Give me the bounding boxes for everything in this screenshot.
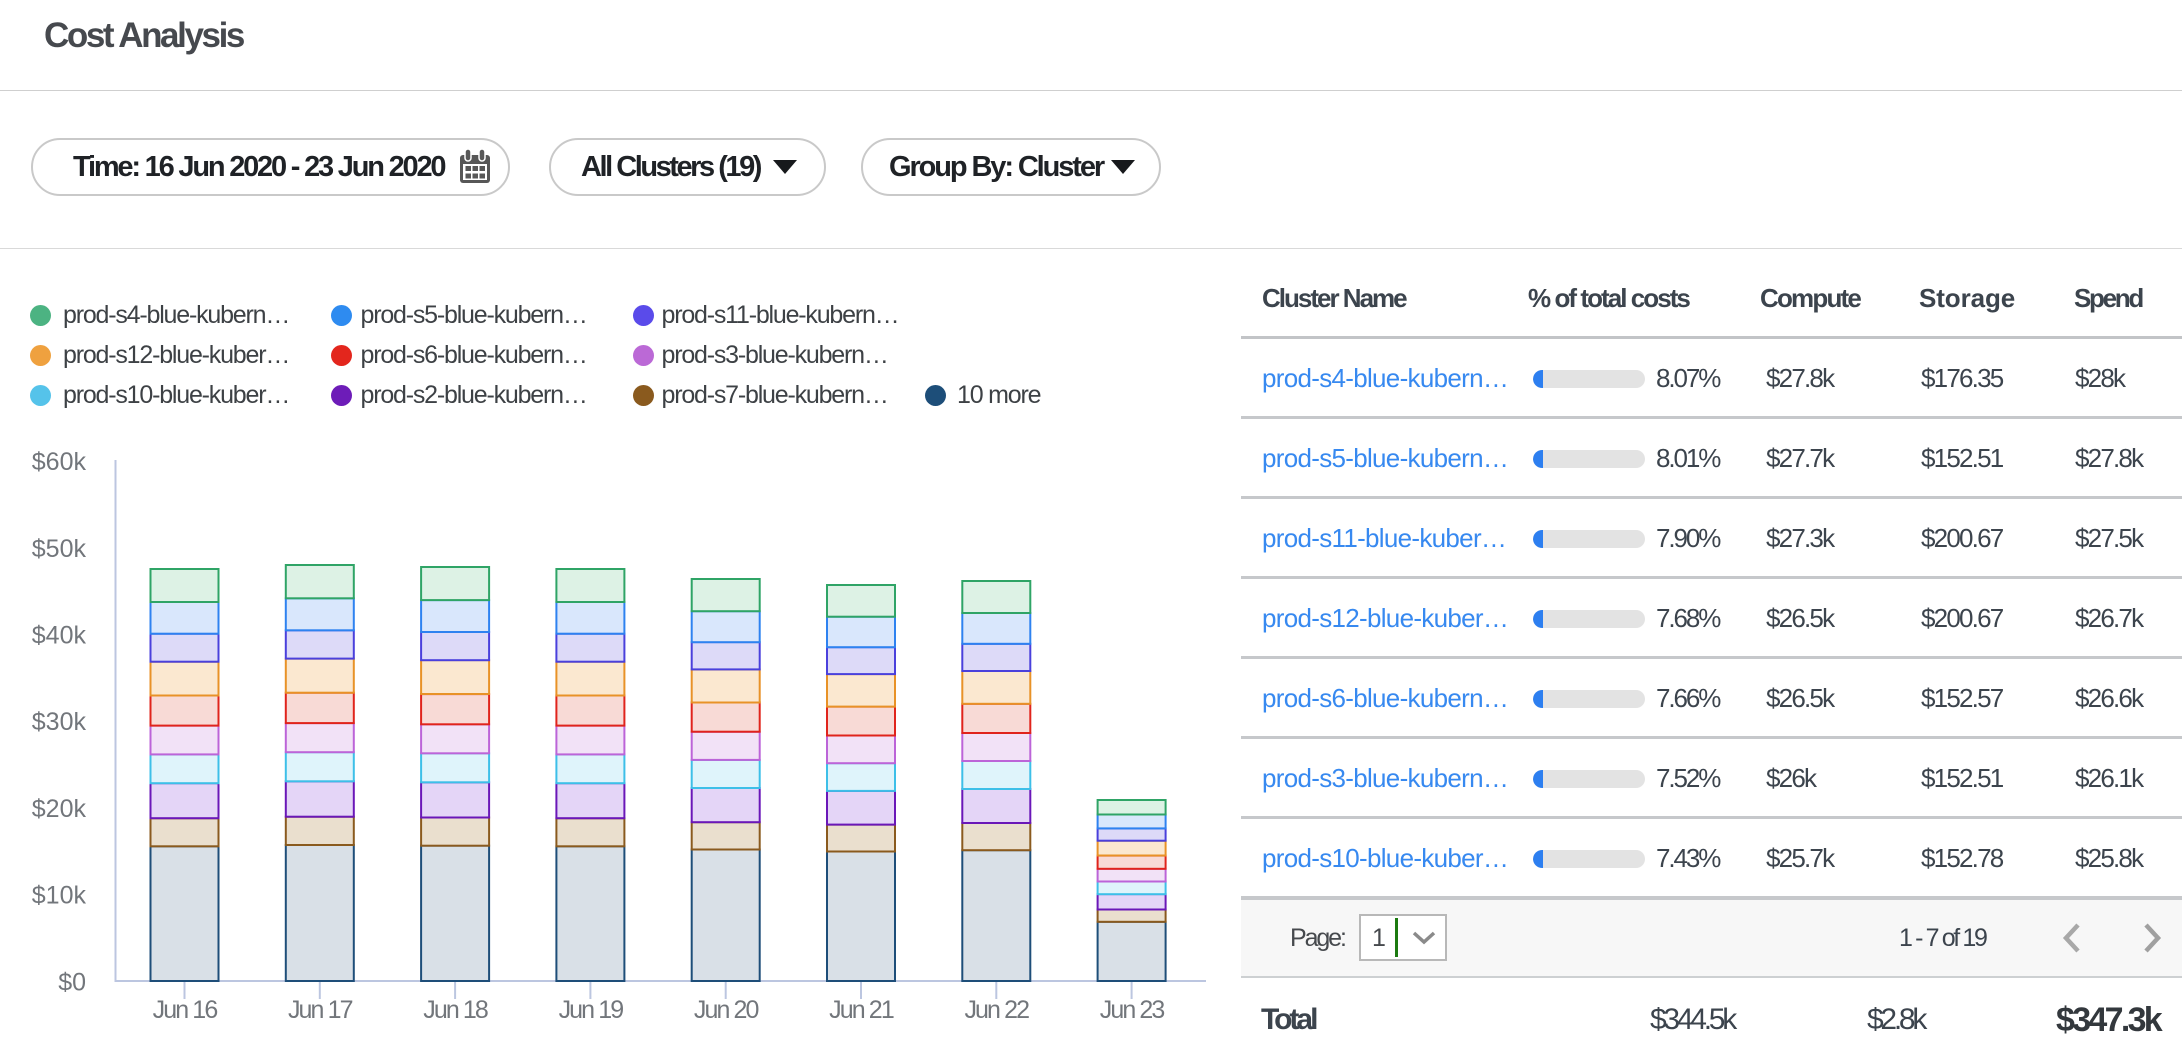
- svg-text:$30k: $30k: [32, 708, 87, 736]
- svg-text:Jun 16: Jun 16: [153, 996, 218, 1024]
- svg-text:Jun 19: Jun 19: [559, 996, 624, 1024]
- svg-text:$10k: $10k: [32, 882, 87, 910]
- svg-text:Jun 17: Jun 17: [288, 996, 353, 1024]
- svg-text:Jun 23: Jun 23: [1100, 996, 1165, 1024]
- svg-text:$0: $0: [58, 968, 86, 996]
- svg-text:$60k: $60k: [32, 448, 87, 476]
- svg-text:Jun 21: Jun 21: [829, 996, 894, 1024]
- svg-text:Jun 20: Jun 20: [694, 996, 759, 1024]
- svg-text:$20k: $20k: [32, 795, 87, 823]
- svg-text:$40k: $40k: [32, 622, 87, 650]
- svg-text:Jun 22: Jun 22: [964, 996, 1029, 1024]
- svg-text:$50k: $50k: [32, 535, 87, 563]
- svg-text:Jun 18: Jun 18: [423, 996, 488, 1024]
